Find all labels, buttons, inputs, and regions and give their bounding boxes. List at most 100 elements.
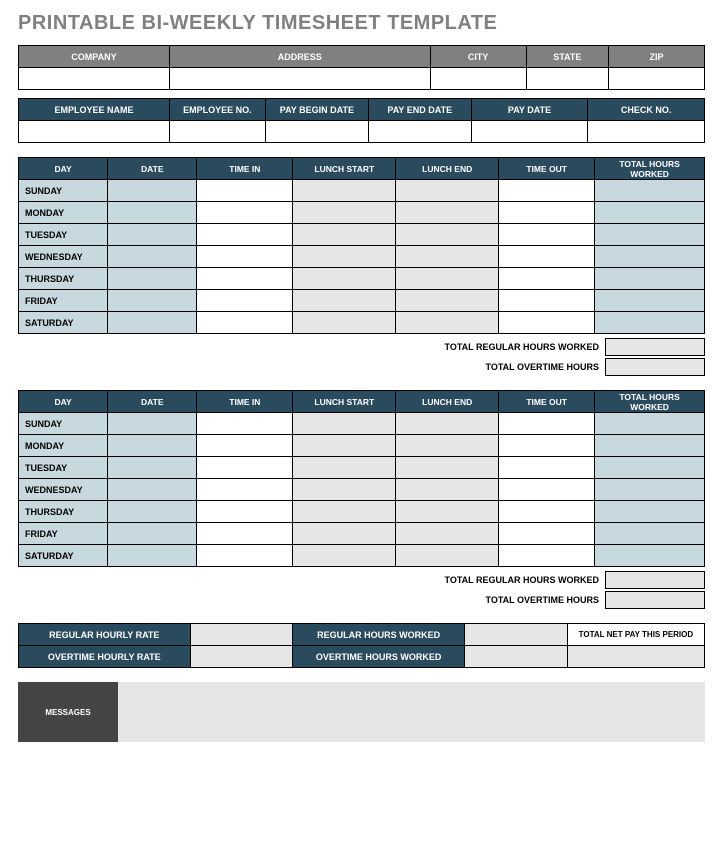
week1-time-in[interactable] [197,180,293,202]
week2-total[interactable] [595,457,705,479]
week1-lunch-start[interactable] [293,180,396,202]
week1-total[interactable] [595,246,705,268]
week1-time-in[interactable] [197,312,293,334]
week2-time-in[interactable] [197,413,293,435]
week2-lunch-end[interactable] [396,523,499,545]
company-value-state[interactable] [526,68,608,90]
week1-total[interactable] [595,290,705,312]
week2-lunch-end[interactable] [396,457,499,479]
week2-time-in[interactable] [197,479,293,501]
week1-time-out[interactable] [499,224,595,246]
week1-time-out[interactable] [499,268,595,290]
week1-lunch-start[interactable] [293,224,396,246]
week1-lunch-start[interactable] [293,290,396,312]
week2-lunch-start[interactable] [293,479,396,501]
week1-date[interactable] [108,268,197,290]
week2-total[interactable] [595,479,705,501]
messages-value[interactable] [118,682,705,742]
company-value-company[interactable] [19,68,170,90]
week1-lunch-start[interactable] [293,268,396,290]
pay-reg-hours-value[interactable] [464,624,567,646]
week1-lunch-start[interactable] [293,246,396,268]
week1-date[interactable] [108,202,197,224]
week1-total[interactable] [595,268,705,290]
week1-total[interactable] [595,224,705,246]
week2-time-in[interactable] [197,523,293,545]
employee-value-checkno[interactable] [588,121,705,143]
week2-lunch-end[interactable] [396,435,499,457]
week2-time-in[interactable] [197,545,293,567]
week2-date[interactable] [108,523,197,545]
employee-value-payend[interactable] [368,121,471,143]
week1-lunch-end[interactable] [396,290,499,312]
week2-time-out[interactable] [499,457,595,479]
week1-time-out[interactable] [499,202,595,224]
week2-total[interactable] [595,501,705,523]
week2-time-out[interactable] [499,523,595,545]
week1-overtime-value[interactable] [605,358,705,376]
week2-total[interactable] [595,413,705,435]
week2-total[interactable] [595,545,705,567]
company-value-zip[interactable] [608,68,704,90]
week1-total[interactable] [595,202,705,224]
employee-value-paydate[interactable] [471,121,588,143]
week2-time-in[interactable] [197,501,293,523]
week2-date[interactable] [108,501,197,523]
week1-regular-value[interactable] [605,338,705,356]
employee-value-no[interactable] [169,121,265,143]
week2-time-in[interactable] [197,457,293,479]
week2-lunch-end[interactable] [396,545,499,567]
week1-lunch-start[interactable] [293,202,396,224]
week1-date[interactable] [108,224,197,246]
week2-lunch-start[interactable] [293,457,396,479]
pay-net-value[interactable] [567,646,704,668]
week2-regular-value[interactable] [605,571,705,589]
week1-lunch-end[interactable] [396,246,499,268]
week2-time-out[interactable] [499,413,595,435]
week1-date[interactable] [108,180,197,202]
week2-time-out[interactable] [499,501,595,523]
week2-lunch-start[interactable] [293,501,396,523]
week2-date[interactable] [108,545,197,567]
week2-time-out[interactable] [499,435,595,457]
pay-ot-rate-value[interactable] [190,646,293,668]
week2-lunch-end[interactable] [396,501,499,523]
week1-lunch-end[interactable] [396,180,499,202]
week2-time-in[interactable] [197,435,293,457]
week1-lunch-end[interactable] [396,202,499,224]
week2-total[interactable] [595,435,705,457]
week1-lunch-end[interactable] [396,312,499,334]
week2-lunch-end[interactable] [396,413,499,435]
week1-time-out[interactable] [499,180,595,202]
week2-time-out[interactable] [499,479,595,501]
week2-time-out[interactable] [499,545,595,567]
week1-time-out[interactable] [499,246,595,268]
week1-lunch-start[interactable] [293,312,396,334]
week1-lunch-end[interactable] [396,268,499,290]
week2-date[interactable] [108,413,197,435]
week1-time-in[interactable] [197,246,293,268]
week2-date[interactable] [108,435,197,457]
week1-time-out[interactable] [499,290,595,312]
company-value-city[interactable] [430,68,526,90]
week2-total[interactable] [595,523,705,545]
week1-total[interactable] [595,312,705,334]
employee-value-paybegin[interactable] [265,121,368,143]
employee-value-name[interactable] [19,121,170,143]
week1-time-in[interactable] [197,202,293,224]
week1-date[interactable] [108,246,197,268]
week1-time-out[interactable] [499,312,595,334]
week2-lunch-start[interactable] [293,435,396,457]
week1-time-in[interactable] [197,268,293,290]
week1-lunch-end[interactable] [396,224,499,246]
pay-ot-hours-value[interactable] [464,646,567,668]
company-value-address[interactable] [169,68,430,90]
week1-time-in[interactable] [197,224,293,246]
week1-total[interactable] [595,180,705,202]
week2-date[interactable] [108,479,197,501]
week1-date[interactable] [108,312,197,334]
week2-date[interactable] [108,457,197,479]
week2-lunch-start[interactable] [293,523,396,545]
week2-lunch-start[interactable] [293,545,396,567]
week2-lunch-start[interactable] [293,413,396,435]
